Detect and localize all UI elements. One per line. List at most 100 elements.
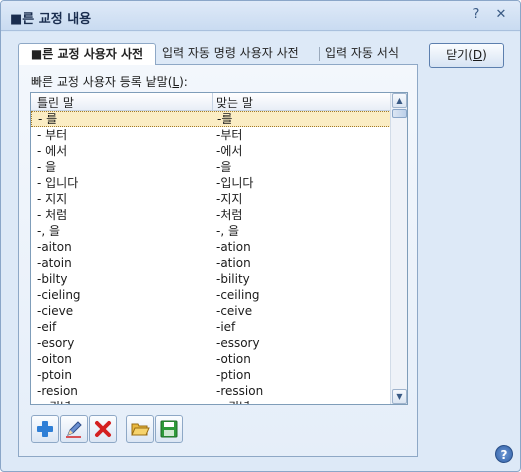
wrong-word-cell: - 입니다 <box>37 176 79 190</box>
tab-quick-correction-dictionary[interactable]: ■른 교정 사용자 사전 <box>18 43 156 65</box>
wrong-word-cell: - 처럼 <box>37 208 68 222</box>
question-icon: ? <box>472 7 480 22</box>
list-label-text: 빠른 교정 사용자 등록 낱말( <box>31 75 173 89</box>
list-header: 틀린 말 맞는 말 <box>31 93 391 111</box>
save-icon <box>160 420 178 438</box>
table-row[interactable]: -bilty -bility <box>31 271 391 287</box>
correct-word-cell: -에서 <box>216 144 243 158</box>
edit-icon <box>66 421 82 438</box>
correct-word-cell: -입니다 <box>216 176 254 190</box>
table-row[interactable]: - 을 -을 <box>31 159 391 175</box>
open-button[interactable] <box>126 415 154 443</box>
close-button-label: 닫기( <box>446 48 473 62</box>
column-divider[interactable] <box>212 93 213 111</box>
wrong-word-cell: -oiton <box>37 352 72 366</box>
tab-label: 입력 자동 서식 <box>325 46 399 60</box>
wrong-word-cell: - 에서 <box>37 144 68 158</box>
correct-word-cell: -ation <box>216 240 251 254</box>
save-button[interactable] <box>155 415 183 443</box>
correct-word-cell: -을 <box>216 160 232 174</box>
window-title: ■른 교정 내용 <box>10 12 92 27</box>
correct-word-cell: -ief <box>216 320 236 334</box>
table-row[interactable]: - 에서 -에서 <box>31 143 391 159</box>
wrong-word-cell: - 부터 <box>37 128 68 142</box>
scroll-down-button[interactable]: ▼ <box>392 389 407 404</box>
table-row[interactable]: - 입니다 -입니다 <box>31 175 391 191</box>
correct-word-cell: -ation <box>216 256 251 270</box>
wrong-word-cell: -aiton <box>37 240 72 254</box>
table-row[interactable]: - 부터 -부터 <box>31 127 391 143</box>
tab-label: 입력 자동 명령 사용자 사전 <box>162 46 299 60</box>
close-titlebar-button[interactable]: ✕ <box>491 6 511 24</box>
delete-icon <box>95 421 111 437</box>
help-titlebar-button[interactable]: ? <box>466 6 486 24</box>
wrong-word-cell: -esory <box>37 336 75 350</box>
table-row[interactable]: - 를 -를 <box>31 111 391 127</box>
tab-panel: 빠른 교정 사용자 등록 낱말(L): 틀린 말 맞는 말 - 를 -를 - 부터 -… <box>18 64 418 457</box>
tab-container: ■른 교정 사용자 사전 입력 자동 명령 사용자 사전 입력 자동 서식 빠른… <box>18 43 418 463</box>
close-button-mnemonic: D <box>472 48 483 62</box>
quick-correction-dialog: ■른 교정 내용 ? ✕ ■른 교정 사용자 사전 입력 자동 명령 사용자 사… <box>0 0 521 472</box>
add-icon <box>37 421 53 437</box>
wrong-word-cell: - 을 <box>37 160 57 174</box>
wrong-word-cell: -cieve <box>37 304 74 318</box>
wrong-word-cell: -, 권녕 <box>37 399 71 404</box>
table-row[interactable]: -, 을 -, 을 <box>31 223 391 239</box>
help-button[interactable]: ? <box>495 445 513 463</box>
correct-word-cell: -ption <box>216 368 251 382</box>
scroll-thumb[interactable] <box>392 109 407 118</box>
table-row[interactable]: -atoin -ation <box>31 255 391 271</box>
table-row[interactable]: - 지지 -지지 <box>31 191 391 207</box>
column-header-wrong[interactable]: 틀린 말 <box>37 94 74 111</box>
table-row[interactable]: -resion -ression <box>31 383 391 399</box>
delete-button[interactable] <box>89 415 117 443</box>
close-button-suffix: ) <box>482 48 487 62</box>
correct-word-cell: -, 을 <box>216 224 239 238</box>
table-row[interactable]: -, 권녕 -, 권녕 <box>31 399 391 404</box>
wrong-word-cell: -cieling <box>37 288 81 302</box>
column-header-correct[interactable]: 맞는 말 <box>216 94 253 111</box>
tab-autocomplete-command-dictionary[interactable]: 입력 자동 명령 사용자 사전 <box>162 43 299 65</box>
wrong-word-cell: -ptoin <box>37 368 72 382</box>
correct-word-cell: -를 <box>217 112 233 126</box>
edit-button[interactable] <box>60 415 88 443</box>
table-row[interactable]: -eif -ief <box>31 319 391 335</box>
correct-word-cell: -처럼 <box>216 208 243 222</box>
word-list[interactable]: 틀린 말 맞는 말 - 를 -를 - 부터 -부터 - 에서 -에서 - 을 -을 - 입니다 -… <box>30 92 408 405</box>
wrong-word-cell: -, 을 <box>37 224 60 238</box>
scroll-up-button[interactable]: ▲ <box>392 93 407 108</box>
correct-word-cell: -otion <box>216 352 251 366</box>
correct-word-cell: -부터 <box>216 128 243 142</box>
list-body: - 를 -를 - 부터 -부터 - 에서 -에서 - 을 -을 - 입니다 -입니다 - 지지 -지지… <box>31 111 391 404</box>
open-folder-icon <box>131 423 150 436</box>
correct-word-cell: -ceiling <box>216 288 260 302</box>
list-label-suffix: ): <box>179 75 188 89</box>
table-row[interactable]: -oiton -otion <box>31 351 391 367</box>
wrong-word-cell: -atoin <box>37 256 72 270</box>
tab-autocomplete-format[interactable]: 입력 자동 서식 <box>325 43 399 65</box>
table-row[interactable]: -ptoin -ption <box>31 367 391 383</box>
title-bar: ■른 교정 내용 ? ✕ <box>1 1 520 31</box>
table-row[interactable]: -aiton -ation <box>31 239 391 255</box>
close-icon: ✕ <box>495 7 507 22</box>
table-row[interactable]: - 처럼 -처럼 <box>31 207 391 223</box>
tab-divider <box>319 47 320 61</box>
wrong-word-cell: - 를 <box>38 112 58 126</box>
table-row[interactable]: -cieling -ceiling <box>31 287 391 303</box>
tab-label: ■른 교정 사용자 사전 <box>30 47 144 61</box>
correct-word-cell: -지지 <box>216 192 243 206</box>
wrong-word-cell: -resion <box>37 384 78 398</box>
vertical-scrollbar[interactable]: ▲ ▼ <box>390 93 407 404</box>
correct-word-cell: -ceive <box>216 304 253 318</box>
table-row[interactable]: -esory -essory <box>31 335 391 351</box>
close-dialog-button[interactable]: 닫기(D) <box>429 43 504 68</box>
wrong-word-cell: - 지지 <box>37 192 68 206</box>
wrong-word-cell: -eif <box>37 320 57 334</box>
table-row[interactable]: -cieve -ceive <box>31 303 391 319</box>
correct-word-cell: -, 권녕 <box>216 399 250 404</box>
correct-word-cell: -bility <box>216 272 250 286</box>
correct-word-cell: -ression <box>216 384 264 398</box>
list-label: 빠른 교정 사용자 등록 낱말(L): <box>31 73 188 90</box>
wrong-word-cell: -bilty <box>37 272 68 286</box>
add-button[interactable] <box>31 415 59 443</box>
